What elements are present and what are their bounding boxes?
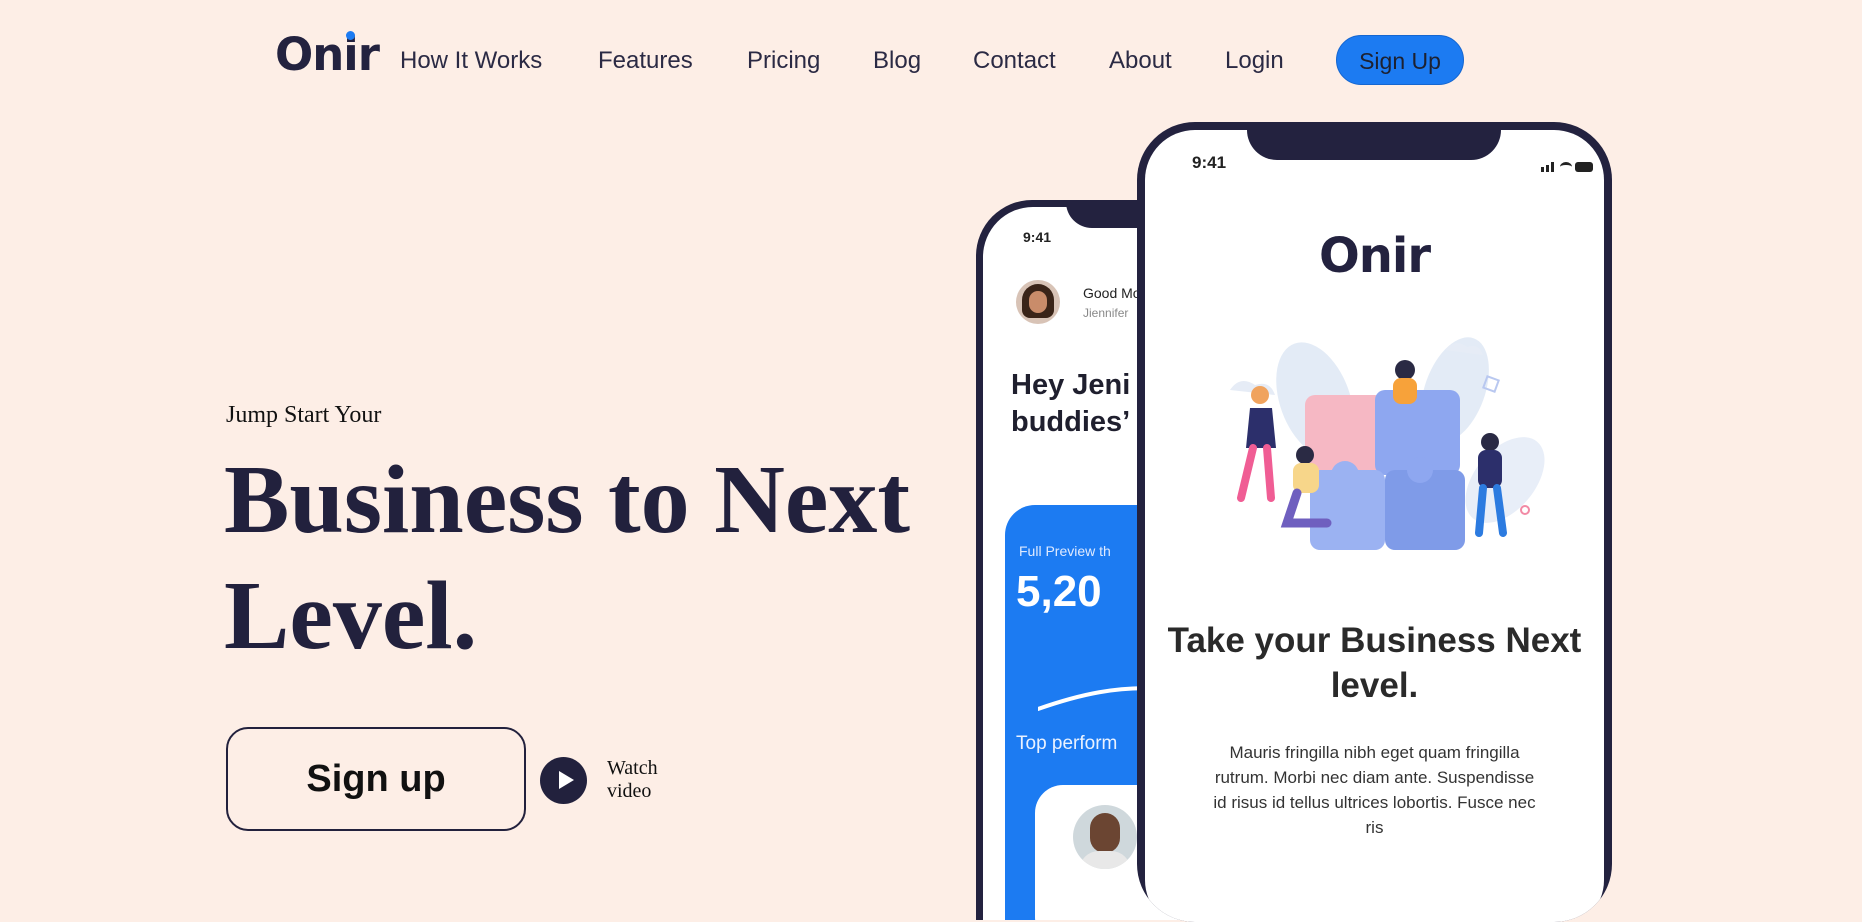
logo-dot-icon (346, 31, 355, 40)
phone-front-notch (1247, 122, 1501, 160)
play-icon[interactable] (540, 757, 587, 804)
signal-icon (1541, 167, 1544, 172)
avatar (1016, 280, 1060, 324)
preview-card-label: Full Preview th (1019, 543, 1111, 559)
phone-front-title: Take your Business Next level. (1167, 621, 1582, 705)
wifi-icon (1560, 162, 1572, 172)
hero-signup-button[interactable]: Sign up (226, 727, 526, 831)
user-name: Jiennifer (1083, 306, 1129, 320)
preview-card-number: 5,20 (1016, 567, 1102, 616)
nav-link-how-it-works[interactable]: How It Works (400, 45, 542, 77)
phone-front-body: Mauris fringilla nibh eget quam fringill… (1213, 743, 1536, 837)
nav-signup-button[interactable]: Sign Up (1336, 35, 1464, 85)
puzzle-team-illustration-icon (1230, 337, 1545, 550)
status-icons (1541, 162, 1593, 172)
avatar (1073, 805, 1137, 869)
nav-link-login[interactable]: Login (1225, 45, 1284, 77)
phone-front-screen: 9:41 Onir Take your Business Next level.… (1145, 130, 1604, 922)
nav-link-blog[interactable]: Blog (873, 45, 921, 77)
nav-link-contact[interactable]: Contact (973, 45, 1056, 77)
phone-back-status-time: 9:41 (1023, 229, 1052, 245)
watch-video-link[interactable]: Watch video (607, 757, 677, 803)
nav-link-about[interactable]: About (1109, 45, 1172, 77)
nav-link-features[interactable]: Features (598, 45, 693, 77)
hero-kicker: Jump Start Your (226, 402, 382, 428)
top-performers-label: Top perform (1016, 733, 1118, 754)
battery-icon (1575, 162, 1593, 172)
brand-logo-text: Onir (275, 28, 380, 81)
nav-link-pricing[interactable]: Pricing (747, 45, 820, 77)
hero-headline: Business to Next Level. (224, 446, 911, 670)
brand-logo[interactable]: Onir (275, 31, 380, 77)
phone-mockup-front: 9:41 Onir Take your Business Next level.… (1137, 122, 1612, 922)
app-logo: Onir (1318, 228, 1431, 284)
phone-front-status-time: 9:41 (1192, 153, 1227, 172)
greeting-text: Good Mo (1083, 285, 1141, 301)
